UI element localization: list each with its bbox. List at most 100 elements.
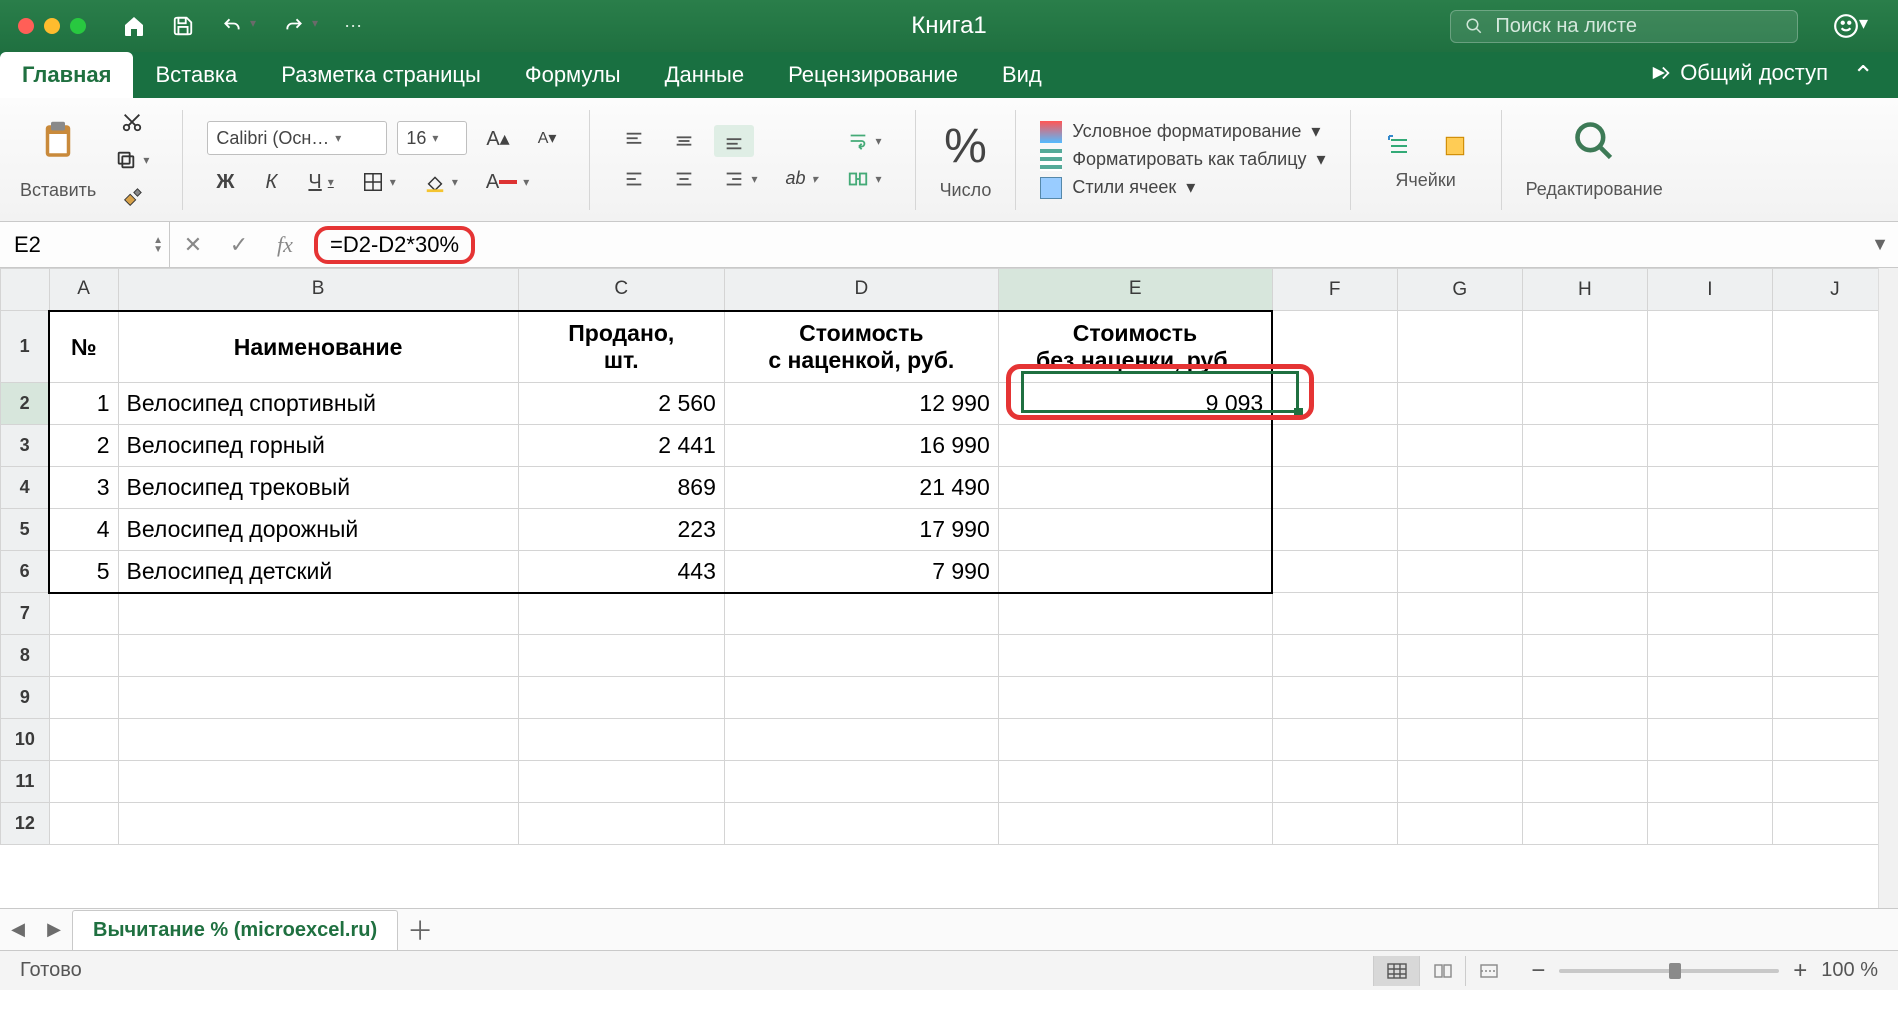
cut-button[interactable] — [106, 106, 158, 138]
col-header-F[interactable]: F — [1272, 269, 1397, 311]
view-normal-button[interactable] — [1373, 956, 1419, 986]
row-header-6[interactable]: 6 — [1, 551, 50, 593]
feedback-smile-icon[interactable]: ▾ — [1833, 13, 1868, 39]
accept-formula-button[interactable]: ✓ — [216, 232, 262, 258]
cell-G2[interactable] — [1397, 383, 1522, 425]
cell-F5[interactable] — [1272, 509, 1397, 551]
tab-review[interactable]: Рецензирование — [766, 52, 980, 98]
tab-home[interactable]: Главная — [0, 52, 133, 98]
name-box[interactable]: E2 ▲▼ — [0, 222, 170, 267]
tab-insert[interactable]: Вставка — [133, 52, 259, 98]
cell-styles-button[interactable]: Стили ячеек ▾ — [1040, 177, 1325, 199]
sheet-search[interactable]: Поиск на листе — [1450, 10, 1798, 43]
col-header-D[interactable]: D — [724, 269, 998, 311]
merge-button[interactable] — [837, 163, 891, 195]
align-middle-button[interactable] — [664, 125, 704, 157]
percent-icon[interactable]: % — [944, 119, 987, 174]
col-header-H[interactable]: H — [1522, 269, 1647, 311]
home-icon[interactable] — [122, 14, 146, 38]
cell-E4[interactable] — [998, 467, 1272, 509]
vertical-scrollbar[interactable] — [1878, 268, 1898, 908]
minimize-window-button[interactable] — [44, 18, 60, 34]
cell-G1[interactable] — [1397, 311, 1522, 383]
cell-A2[interactable]: 1 — [49, 383, 118, 425]
cell-H4[interactable] — [1522, 467, 1647, 509]
cell-D5[interactable]: 17 990 — [724, 509, 998, 551]
paste-icon[interactable] — [37, 118, 79, 174]
row-header-8[interactable]: 8 — [1, 635, 50, 677]
fill-handle[interactable] — [1294, 408, 1303, 417]
cell-H5[interactable] — [1522, 509, 1647, 551]
tab-view[interactable]: Вид — [980, 52, 1064, 98]
decrease-font-button[interactable]: A▾ — [529, 122, 566, 154]
cell-F3[interactable] — [1272, 425, 1397, 467]
cell-G4[interactable] — [1397, 467, 1522, 509]
zoom-in-button[interactable]: + — [1793, 957, 1807, 985]
cell-I1[interactable] — [1647, 311, 1772, 383]
row-header-1[interactable]: 1 — [1, 311, 50, 383]
cell-F2[interactable] — [1272, 383, 1397, 425]
cell-E1[interactable]: Стоимость без наценки, руб. — [998, 311, 1272, 383]
cell-D3[interactable]: 16 990 — [724, 425, 998, 467]
cell-E6[interactable] — [998, 551, 1272, 593]
cell-I6[interactable] — [1647, 551, 1772, 593]
cell-B2[interactable]: Велосипед спортивный — [118, 383, 518, 425]
share-button[interactable]: Общий доступ — [1650, 60, 1828, 86]
row-header-2[interactable]: 2 — [1, 383, 50, 425]
worksheet[interactable]: A B C D E F G H I J 1 № Наименование Про… — [0, 268, 1898, 908]
cell-I2[interactable] — [1647, 383, 1772, 425]
col-header-E[interactable]: E — [998, 269, 1272, 311]
cell-F4[interactable] — [1272, 467, 1397, 509]
borders-button[interactable] — [353, 166, 405, 198]
cell-H2[interactable] — [1522, 383, 1647, 425]
font-color-button[interactable]: A — [477, 166, 538, 199]
format-as-table-button[interactable]: Форматировать как таблицу ▾ — [1040, 149, 1325, 171]
cell-D6[interactable]: 7 990 — [724, 551, 998, 593]
fill-color-button[interactable] — [415, 166, 467, 198]
cell-H6[interactable] — [1522, 551, 1647, 593]
zoom-slider[interactable] — [1559, 969, 1779, 973]
row-header-10[interactable]: 10 — [1, 719, 50, 761]
collapse-ribbon-button[interactable]: ⌃ — [1852, 60, 1874, 91]
conditional-formatting-button[interactable]: Условное форматирование ▾ — [1040, 121, 1325, 143]
cell-I4[interactable] — [1647, 467, 1772, 509]
align-right-button[interactable] — [714, 163, 766, 195]
cell-B6[interactable]: Велосипед детский — [118, 551, 518, 593]
row-header-4[interactable]: 4 — [1, 467, 50, 509]
zoom-out-button[interactable]: − — [1531, 957, 1545, 985]
cell-C2[interactable]: 2 560 — [518, 383, 724, 425]
cell-B5[interactable]: Велосипед дорожный — [118, 509, 518, 551]
cell-E3[interactable] — [998, 425, 1272, 467]
tab-data[interactable]: Данные — [643, 52, 766, 98]
cell-G3[interactable] — [1397, 425, 1522, 467]
grid[interactable]: A B C D E F G H I J 1 № Наименование Про… — [0, 268, 1898, 845]
row-header-7[interactable]: 7 — [1, 593, 50, 635]
cell-A5[interactable]: 4 — [49, 509, 118, 551]
cell-A4[interactable]: 3 — [49, 467, 118, 509]
col-header-C[interactable]: C — [518, 269, 724, 311]
cell-G6[interactable] — [1397, 551, 1522, 593]
col-header-I[interactable]: I — [1647, 269, 1772, 311]
format-painter-button[interactable] — [106, 182, 158, 214]
add-sheet-button[interactable]: ＋ — [398, 911, 442, 948]
cell-I3[interactable] — [1647, 425, 1772, 467]
row-header-3[interactable]: 3 — [1, 425, 50, 467]
maximize-window-button[interactable] — [70, 18, 86, 34]
zoom-level[interactable]: 100 % — [1821, 959, 1878, 982]
row-header-12[interactable]: 12 — [1, 803, 50, 845]
tab-formulas[interactable]: Формулы — [503, 52, 643, 98]
align-top-button[interactable] — [614, 125, 654, 157]
sheet-nav-next[interactable]: ▶ — [36, 919, 72, 940]
undo-button[interactable] — [220, 16, 256, 36]
sheet-tab-active[interactable]: Вычитание % (microexcel.ru) — [72, 910, 398, 950]
orientation-button[interactable]: ab — [776, 163, 826, 195]
close-window-button[interactable] — [18, 18, 34, 34]
cell-F1[interactable] — [1272, 311, 1397, 383]
align-center-button[interactable] — [664, 163, 704, 195]
cell-F6[interactable] — [1272, 551, 1397, 593]
wrap-text-button[interactable] — [837, 125, 891, 157]
cell-C1[interactable]: Продано, шт. — [518, 311, 724, 383]
cell-C4[interactable]: 869 — [518, 467, 724, 509]
bold-button[interactable]: Ж — [207, 166, 243, 199]
col-header-G[interactable]: G — [1397, 269, 1522, 311]
